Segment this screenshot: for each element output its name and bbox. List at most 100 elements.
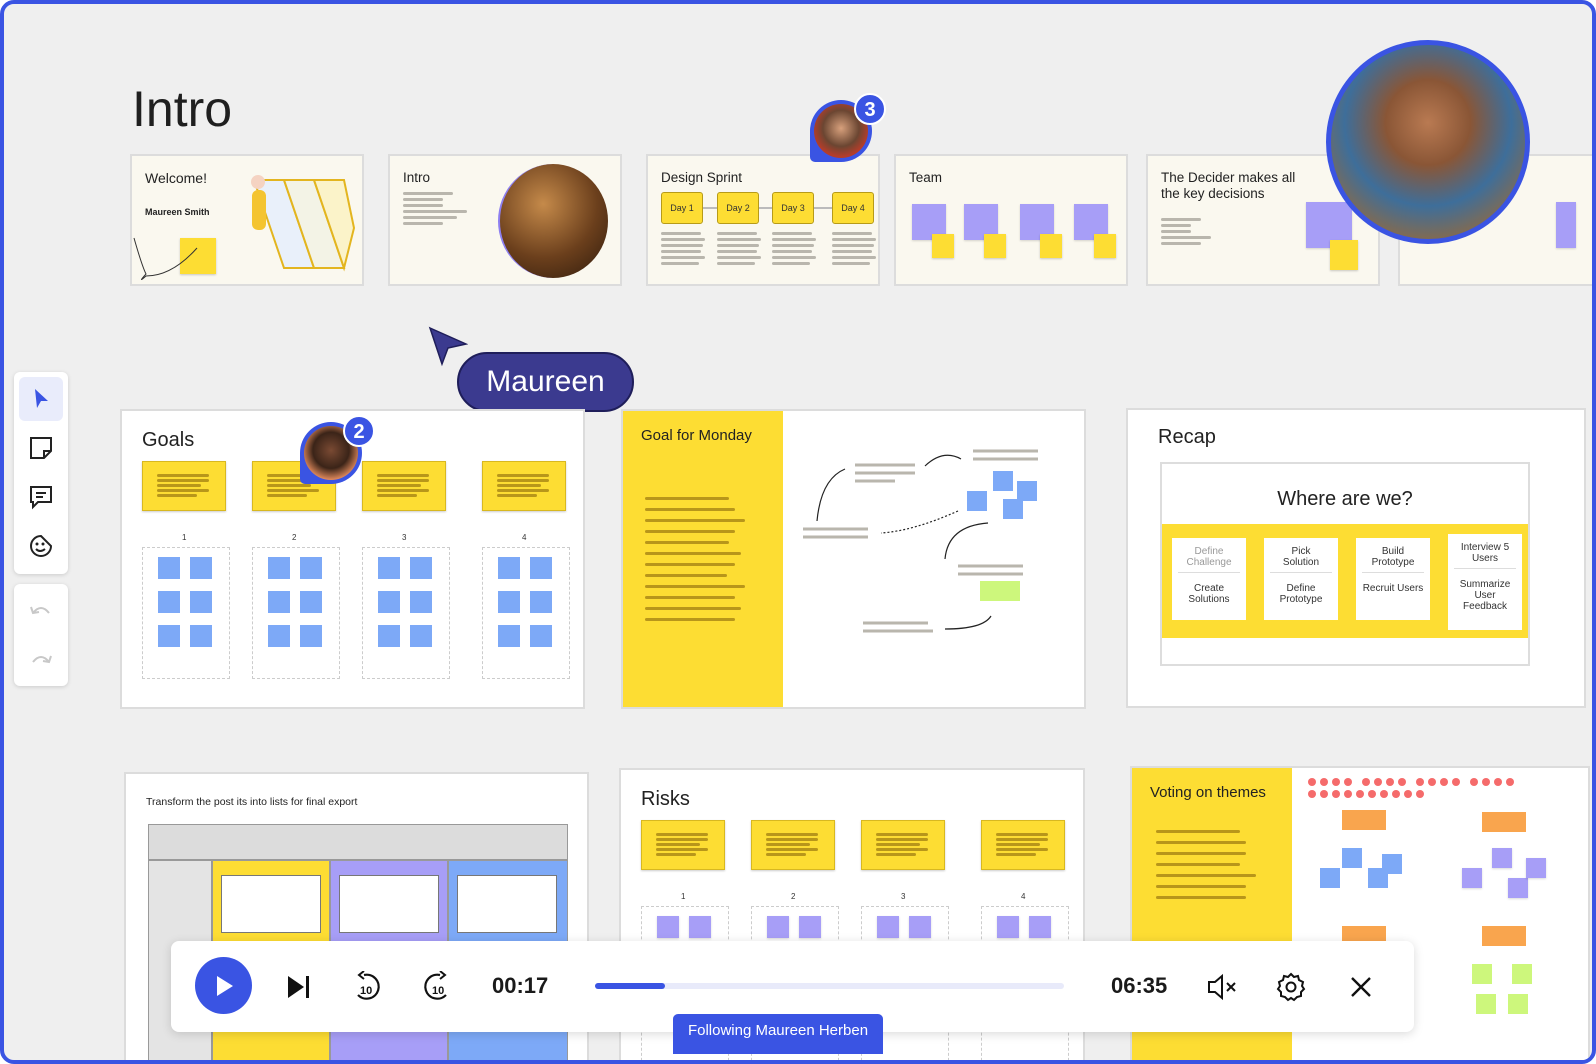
comment-icon: [30, 486, 52, 510]
thumbnail-design-sprint[interactable]: Design Sprint Day 1 Day 2 Day 3 Day 4: [646, 154, 880, 286]
thumbnail-intro[interactable]: Intro: [388, 154, 622, 286]
sticky-note: [984, 234, 1006, 258]
sticky-note: [932, 234, 954, 258]
vote-dot: [1386, 778, 1394, 786]
recap-card-top: Pick Solution: [1270, 538, 1332, 573]
text-line: [832, 256, 876, 259]
text-line: [645, 618, 735, 621]
thumb-title: The Decider makes all the key decisions: [1161, 170, 1296, 201]
thumbnail-welcome[interactable]: Welcome! Maureen Smith: [130, 154, 364, 286]
text-line: [377, 474, 429, 477]
arrow-doodle-icon: [133, 237, 198, 280]
frame-title: Voting on themes: [1150, 784, 1266, 801]
text-line: [377, 489, 429, 492]
text-line: [645, 596, 735, 599]
vote-dot: [1308, 790, 1316, 798]
sticky-note: [1512, 964, 1532, 984]
text-line: [645, 497, 729, 500]
mute-button[interactable]: [1205, 965, 1241, 1009]
sticky-note: [1382, 854, 1402, 874]
text-line: [157, 489, 209, 492]
text-line: [717, 232, 757, 235]
sticky-note: [410, 557, 432, 579]
skip-next-button[interactable]: [281, 965, 317, 1009]
vote-dot: [1428, 778, 1436, 786]
frame-recap[interactable]: Recap Where are we? Define Challenge Crea…: [1126, 408, 1586, 708]
vote-dot: [1362, 778, 1370, 786]
recap-card[interactable]: Build Prototype Recruit Users: [1356, 538, 1430, 620]
column-dropzone: [142, 547, 230, 679]
sticky-note: [300, 591, 322, 613]
tools-panel: [14, 372, 68, 574]
reaction-tool[interactable]: [19, 524, 63, 568]
text-line: [661, 238, 705, 241]
text-line: [717, 256, 761, 259]
vote-dot: [1404, 790, 1412, 798]
rewind-10-button[interactable]: 10: [349, 965, 385, 1009]
intro-photo: [498, 164, 608, 278]
vote-dot: [1482, 778, 1490, 786]
undo-button[interactable]: [19, 589, 63, 633]
thumbnail-team[interactable]: Team: [894, 154, 1128, 286]
sticky-note: [767, 916, 789, 938]
sticky-note-tool[interactable]: [19, 426, 63, 470]
text-line: [656, 853, 696, 856]
text-line: [267, 489, 319, 492]
thumb-subtitle: Maureen Smith: [145, 207, 210, 217]
board-canvas[interactable]: Intro Welcome! Maureen Smith Intro Desig…: [0, 0, 1596, 1064]
forward-10-button[interactable]: 10: [419, 965, 455, 1009]
thumb-title: Intro: [403, 170, 431, 185]
sticky-note: [362, 461, 446, 511]
recap-card[interactable]: Define Challenge Create Solutions: [1172, 538, 1246, 620]
sticky-note: [190, 557, 212, 579]
text-line: [645, 508, 735, 511]
sticky-note: [1482, 812, 1526, 832]
text-line: [497, 479, 549, 482]
play-button[interactable]: [195, 957, 252, 1014]
sticky-note: [861, 820, 945, 870]
column-number: 3: [402, 533, 407, 542]
text-line: [1156, 852, 1246, 855]
flow-diagram: [803, 449, 1038, 633]
text-line: [717, 250, 757, 253]
presenter-video[interactable]: [1326, 40, 1530, 244]
column-dropzone: [362, 547, 450, 679]
close-button[interactable]: [1343, 965, 1379, 1009]
skip-next-icon: [288, 976, 309, 998]
sticky-note: [1029, 916, 1051, 938]
text-line: [656, 833, 708, 836]
sticky-note: [1508, 994, 1528, 1014]
total-time: 06:35: [1111, 973, 1168, 998]
recap-card[interactable]: Interview 5 Users Summarize User Feedback: [1448, 534, 1522, 630]
vote-dot: [1506, 778, 1514, 786]
text-line: [497, 484, 541, 487]
sticky-note: [158, 625, 180, 647]
sticky-note: [530, 557, 552, 579]
text-line: [832, 238, 876, 241]
sticky-note: [378, 625, 400, 647]
sticky-note: [877, 916, 899, 938]
recap-card-top: Interview 5 Users: [1454, 534, 1516, 569]
thumb-title: Welcome!: [145, 170, 207, 186]
frame-goal-for-monday[interactable]: Goal for Monday: [621, 409, 1086, 709]
following-label[interactable]: Following Maureen Herben: [673, 1014, 883, 1054]
sticky-note: [378, 591, 400, 613]
text-line: [661, 262, 699, 265]
redo-button[interactable]: [19, 638, 63, 682]
recap-card[interactable]: Pick Solution Define Prototype: [1264, 538, 1338, 620]
settings-button[interactable]: [1273, 965, 1309, 1009]
select-tool[interactable]: [19, 377, 63, 421]
recap-heading: Where are we?: [1277, 488, 1413, 510]
comment-tool[interactable]: [19, 475, 63, 519]
sticky-note: [1526, 858, 1546, 878]
sticky-note-icon: [30, 437, 52, 459]
sticky-note: [190, 625, 212, 647]
progress-slider[interactable]: [595, 983, 1064, 989]
text-line: [1156, 874, 1256, 877]
vote-dot: [1374, 778, 1382, 786]
text-line: [1156, 896, 1246, 899]
vote-dot: [1320, 778, 1328, 786]
text-line: [717, 262, 755, 265]
recap-card-top: Build Prototype: [1362, 538, 1424, 573]
text-line: [377, 494, 417, 497]
